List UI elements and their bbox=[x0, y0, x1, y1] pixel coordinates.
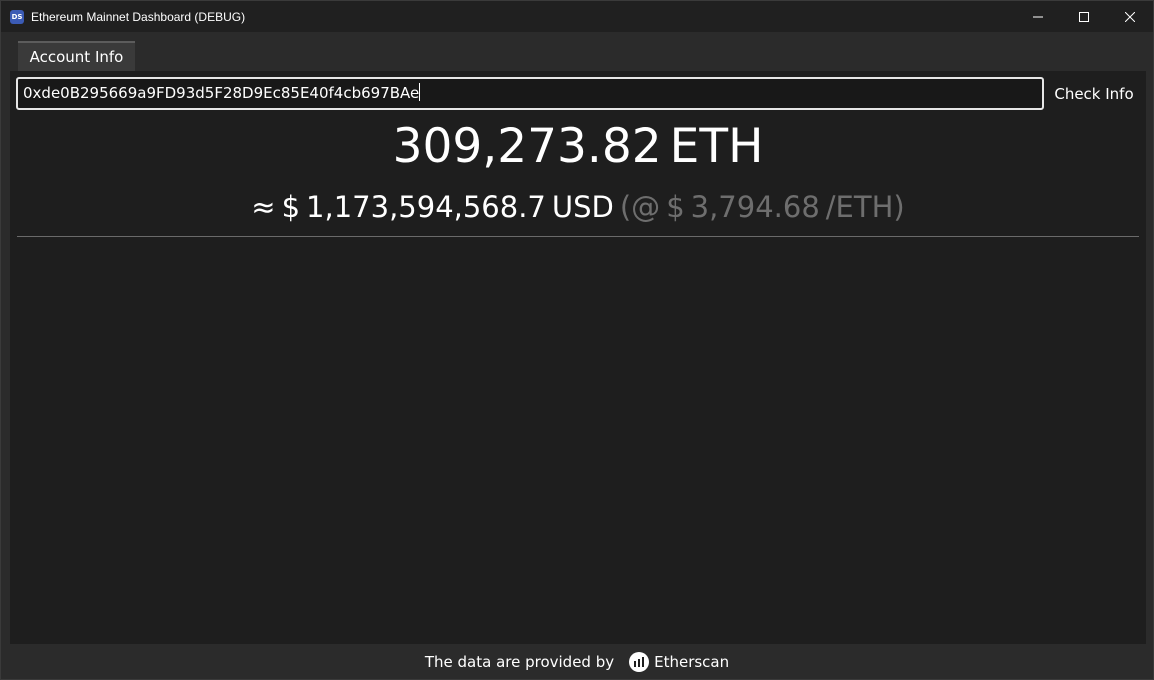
rate-symbol: $ bbox=[666, 190, 685, 224]
check-info-button[interactable]: Check Info bbox=[1048, 77, 1140, 110]
rate-prefix: (@ bbox=[619, 190, 661, 224]
title-bar[interactable]: DS Ethereum Mainnet Dashboard (DEBUG) bbox=[1, 1, 1153, 32]
address-input[interactable]: 0xde0B295669a9FD93d5F28D9Ec85E40f4cb697B… bbox=[16, 77, 1044, 110]
address-value: 0xde0B295669a9FD93d5F28D9Ec85E40f4cb697B… bbox=[23, 84, 420, 102]
usd-equivalent: ≈ $1,173,594,568.7 USD (@ $3,794.68/ETH) bbox=[10, 187, 1146, 227]
approx-symbol: ≈ bbox=[251, 190, 276, 224]
eth-unit: ETH bbox=[669, 119, 764, 174]
rate-suffix: /ETH) bbox=[825, 190, 905, 224]
divider bbox=[17, 236, 1139, 237]
window-title: Ethereum Mainnet Dashboard (DEBUG) bbox=[31, 9, 246, 24]
etherscan-label: Etherscan bbox=[654, 653, 730, 671]
tab-account-info[interactable]: Account Info bbox=[18, 41, 135, 71]
window-controls bbox=[1015, 1, 1153, 32]
close-icon bbox=[1125, 11, 1135, 22]
eth-balance-value: 309,273.82 bbox=[392, 119, 662, 174]
maximize-button[interactable] bbox=[1061, 1, 1107, 32]
rate-value: 3,794.68 bbox=[690, 190, 820, 224]
etherscan-logo-icon bbox=[629, 652, 650, 672]
usd-unit: USD bbox=[551, 190, 614, 224]
usd-value: 1,173,594,568.7 bbox=[306, 190, 546, 224]
minimize-button[interactable] bbox=[1015, 1, 1061, 32]
eth-balance: 309,273.82 ETH bbox=[10, 117, 1146, 177]
etherscan-link[interactable]: Etherscan bbox=[628, 651, 729, 673]
app-icon: DS bbox=[10, 9, 24, 24]
close-button[interactable] bbox=[1107, 1, 1153, 32]
app-window: DS Ethereum Mainnet Dashboard (DEBUG) Ac… bbox=[0, 0, 1154, 680]
footer-text: The data are provided by bbox=[424, 653, 615, 671]
minimize-icon bbox=[1033, 16, 1043, 17]
text-caret bbox=[419, 83, 421, 101]
usd-symbol: $ bbox=[281, 190, 301, 224]
account-info-panel: 0xde0B295669a9FD93d5F28D9Ec85E40f4cb697B… bbox=[10, 71, 1146, 644]
maximize-icon bbox=[1079, 11, 1089, 22]
footer: The data are provided by Etherscan bbox=[1, 646, 1153, 678]
